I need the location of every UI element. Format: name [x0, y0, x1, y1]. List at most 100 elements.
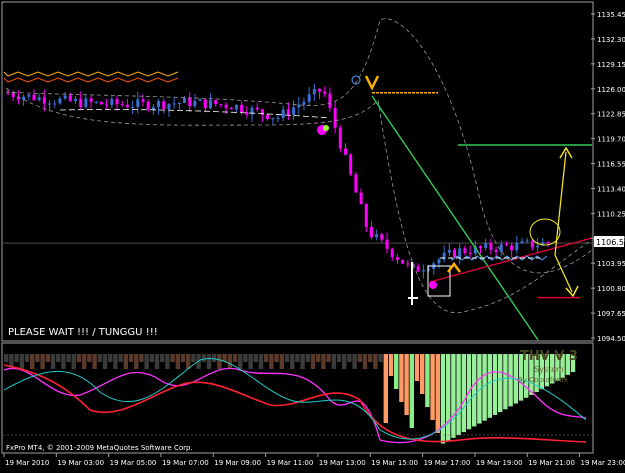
- candle-body: [172, 103, 176, 105]
- histogram-bar: [113, 354, 118, 369]
- histogram-bar: [118, 354, 123, 362]
- candle-body: [162, 101, 166, 109]
- candle-body: [333, 107, 337, 128]
- histogram-bar: [378, 354, 383, 362]
- candle-body: [63, 95, 67, 99]
- candle-body: [489, 243, 493, 250]
- histogram-bar: [160, 354, 165, 362]
- histogram-bar: [248, 354, 253, 369]
- histogram-bar: [383, 354, 388, 423]
- histogram-bar: [243, 354, 248, 362]
- histogram-bar: [56, 354, 61, 362]
- candle-body: [219, 104, 223, 106]
- indicator-group: [3, 354, 592, 444]
- histogram-bar: [430, 354, 435, 420]
- histogram-bar: [274, 354, 279, 362]
- histogram-bar: [305, 354, 310, 362]
- candle-body: [323, 91, 327, 94]
- candle-body: [437, 259, 441, 264]
- histogram-bar: [66, 354, 71, 362]
- candle-body: [525, 240, 529, 242]
- price-tick-label: 1126.00: [597, 86, 625, 94]
- histogram-bar: [76, 354, 82, 362]
- candle-body: [94, 101, 98, 103]
- candle-body: [479, 246, 482, 249]
- candle-body: [515, 242, 519, 251]
- histogram-bar: [269, 354, 274, 369]
- candle-body: [344, 148, 347, 155]
- candle-body: [22, 96, 26, 100]
- candle-body: [421, 270, 425, 272]
- histogram-bar: [373, 354, 378, 369]
- histogram-bar: [264, 354, 269, 362]
- indicator-watermark: THV V 3: [520, 349, 578, 364]
- mt4-chart-window[interactable]: 1135.45 1132.30 1129.15 1126.00 1122.85 1119.…: [0, 0, 625, 469]
- candle-body: [177, 103, 181, 105]
- magenta-dot: [429, 281, 437, 289]
- candle-body: [131, 106, 135, 108]
- time-tick-label: 19 Mar 15:00: [371, 459, 418, 467]
- histogram-bar: [394, 354, 399, 389]
- candle-body: [53, 103, 57, 105]
- candle-body: [468, 252, 472, 254]
- candle-body: [510, 245, 514, 251]
- histogram-bar: [165, 354, 170, 369]
- histogram-bar: [19, 354, 24, 369]
- red-trend-line: [429, 237, 593, 283]
- histogram-bar: [357, 354, 362, 362]
- histogram-bar: [300, 354, 305, 369]
- candle-body: [463, 248, 467, 253]
- histogram-bar: [71, 354, 76, 369]
- histogram-bar: [144, 354, 149, 369]
- price-tick-label: 1094.50: [597, 335, 625, 343]
- histogram-bar: [40, 354, 45, 369]
- candle-body: [546, 242, 550, 244]
- histogram-bar: [284, 354, 290, 362]
- histogram-bar: [180, 354, 186, 362]
- time-tick-label: 19 Mar 07:00: [162, 459, 209, 467]
- histogram-bar: [336, 354, 342, 362]
- histogram-bar: [492, 354, 498, 415]
- histogram-bar: [279, 354, 284, 369]
- candle-body: [79, 98, 83, 107]
- histogram-bar: [503, 354, 508, 410]
- candle-body: [115, 99, 119, 105]
- candle-body: [255, 107, 259, 110]
- histogram-bar: [508, 354, 513, 407]
- candle-body: [240, 104, 244, 112]
- time-tick-label: 19 Mar 13:00: [319, 459, 366, 467]
- candle-body: [209, 100, 212, 109]
- candle-body: [198, 99, 202, 101]
- candle-body: [42, 97, 46, 104]
- histogram-bar: [420, 354, 425, 394]
- histogram-bar: [352, 354, 357, 369]
- candle-body: [530, 240, 534, 248]
- histogram-bar: [321, 354, 326, 369]
- orange-up-marker: [447, 261, 461, 273]
- time-tick-label: 19 Mar 17:00: [424, 459, 471, 467]
- histogram-bar: [134, 354, 139, 369]
- envelope-upper: [5, 18, 593, 274]
- candles-group: [6, 83, 550, 279]
- time-tick-label: 19 Mar 03:00: [57, 459, 104, 467]
- price-tick-label: 1100.80: [597, 285, 625, 293]
- candle-body: [214, 100, 218, 105]
- histogram-bar: [310, 354, 316, 369]
- candle-body: [307, 94, 311, 102]
- chart-canvas[interactable]: 1135.45 1132.30 1129.15 1126.00 1122.85 1119.…: [0, 0, 625, 469]
- histogram-bar: [435, 354, 440, 433]
- histogram-bar: [154, 354, 160, 369]
- candle-body: [151, 107, 155, 110]
- histogram-bar: [82, 354, 87, 369]
- candle-body: [58, 98, 62, 104]
- histogram-bar: [446, 354, 451, 441]
- candle-body: [74, 98, 77, 101]
- status-message: PLEASE WAIT !!! / TUNGGU !!!: [8, 327, 158, 338]
- orange-zigzag-2: [3, 77, 179, 83]
- candle-body: [364, 204, 368, 227]
- histogram-bar: [206, 354, 212, 369]
- time-axis: 19 Mar 2010 19 Mar 03:00 19 Mar 05:00 19 Ma…: [3, 453, 625, 467]
- histogram-bar: [102, 354, 108, 369]
- candle-body: [369, 226, 373, 238]
- candle-body: [193, 100, 197, 107]
